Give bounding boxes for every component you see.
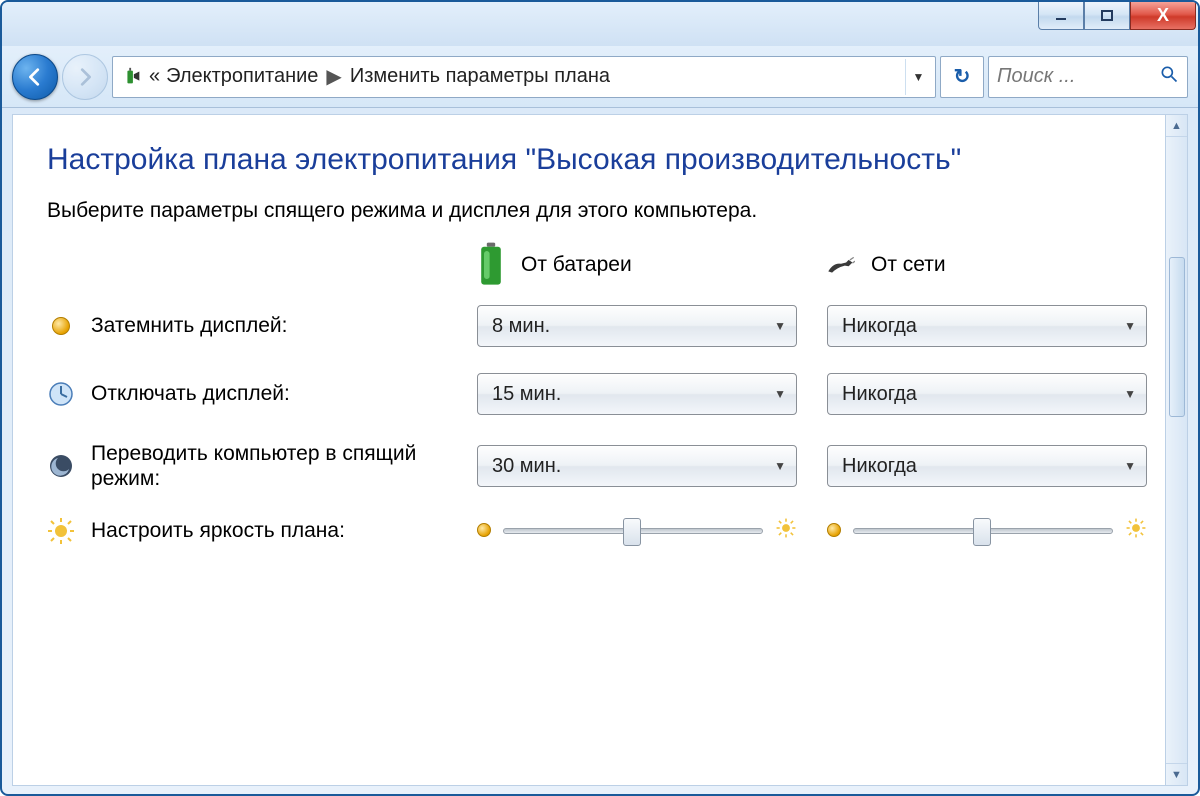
display-plugged-select[interactable]: Никогда ▼ <box>827 373 1147 415</box>
row-display-text: Отключать дисплей: <box>91 382 290 406</box>
column-header-plugged-label: От сети <box>871 253 946 277</box>
sleep-icon <box>47 452 75 480</box>
battery-icon <box>477 251 505 279</box>
slider-track[interactable] <box>853 528 1113 534</box>
row-sleep-text: Переводить компьютер в спящий режим: <box>91 441 421 491</box>
sleep-battery-select[interactable]: 30 мин. ▼ <box>477 445 797 487</box>
display-plugged-value: Никогда <box>842 383 917 406</box>
row-display-label: Отключать дисплей: <box>47 380 457 408</box>
page-subtitle: Выберите параметры спящего режима и дисп… <box>47 199 1135 223</box>
search-box[interactable]: Поиск ... <box>988 56 1188 98</box>
minimize-button[interactable] <box>1038 2 1084 30</box>
search-placeholder: Поиск ... <box>997 65 1075 88</box>
plug-icon <box>827 251 855 279</box>
refresh-button[interactable]: ↻ <box>940 56 984 98</box>
sleep-plugged-value: Никогда <box>842 455 917 478</box>
brightness-plugged-slider[interactable] <box>827 517 1147 545</box>
column-header-battery: От батареи <box>477 251 807 279</box>
column-header-plugged: От сети <box>827 251 1157 279</box>
refresh-icon: ↻ <box>954 64 971 89</box>
content: Настройка плана электропитания "Высокая … <box>13 115 1165 785</box>
sleep-plugged-select[interactable]: Никогда ▼ <box>827 445 1147 487</box>
row-dim-text: Затемнить дисплей: <box>91 314 287 338</box>
sleep-battery-value: 30 мин. <box>492 455 561 478</box>
display-battery-select[interactable]: 15 мин. ▼ <box>477 373 797 415</box>
scroll-thumb[interactable] <box>1169 257 1185 417</box>
chevron-down-icon: ▼ <box>774 319 786 333</box>
breadcrumb-item-2[interactable]: Изменить параметры плана <box>350 65 610 88</box>
row-dim-label: Затемнить дисплей: <box>47 312 457 340</box>
dim-battery-select[interactable]: 8 мин. ▼ <box>477 305 797 347</box>
display-off-icon <box>47 380 75 408</box>
dim-plugged-select[interactable]: Никогда ▼ <box>827 305 1147 347</box>
content-area: Настройка плана электропитания "Высокая … <box>12 114 1188 786</box>
brightness-min-icon <box>477 521 491 542</box>
power-icon <box>121 66 143 88</box>
slider-track[interactable] <box>503 528 763 534</box>
chevron-down-icon: ▼ <box>774 459 786 473</box>
page-title: Настройка плана электропитания "Высокая … <box>47 143 1135 177</box>
brightness-icon <box>47 517 75 545</box>
slider-thumb[interactable] <box>973 518 991 546</box>
brightness-max-icon <box>1125 517 1147 545</box>
titlebar: X <box>2 2 1198 46</box>
breadcrumb-back: « <box>149 65 160 88</box>
chevron-down-icon: ▼ <box>774 387 786 401</box>
address-bar[interactable]: « Электропитание ▶ Изменить параметры пл… <box>112 56 936 98</box>
vertical-scrollbar[interactable]: ▲ ▼ <box>1165 115 1187 785</box>
window: X « Электропитание ▶ Изменить параметры … <box>0 0 1200 796</box>
scroll-down-button[interactable]: ▼ <box>1166 763 1187 785</box>
search-icon <box>1159 64 1179 90</box>
dim-battery-value: 8 мин. <box>492 315 550 338</box>
chevron-down-icon: ▼ <box>1124 459 1136 473</box>
chevron-down-icon: ▼ <box>1124 319 1136 333</box>
back-button[interactable] <box>12 54 58 100</box>
address-dropdown[interactable]: ▼ <box>905 59 931 95</box>
row-sleep-label: Переводить компьютер в спящий режим: <box>47 441 457 491</box>
row-brightness-label: Настроить яркость плана: <box>47 517 457 545</box>
breadcrumb-separator: ▶ <box>326 64 341 89</box>
display-battery-value: 15 мин. <box>492 383 561 406</box>
settings-grid: От батареи От сети Затемнить д <box>47 251 1135 545</box>
row-brightness-text: Настроить яркость плана: <box>91 519 345 543</box>
forward-button <box>62 54 108 100</box>
maximize-button[interactable] <box>1084 2 1130 30</box>
slider-thumb[interactable] <box>623 518 641 546</box>
brightness-max-icon <box>775 517 797 545</box>
brightness-battery-slider[interactable] <box>477 517 797 545</box>
breadcrumb-item-1[interactable]: Электропитание <box>166 65 318 88</box>
column-header-battery-label: От батареи <box>521 253 632 277</box>
brightness-min-icon <box>827 521 841 542</box>
window-controls: X <box>1038 2 1196 30</box>
navbar: « Электропитание ▶ Изменить параметры пл… <box>2 46 1198 108</box>
close-button[interactable]: X <box>1130 2 1196 30</box>
dim-icon <box>47 312 75 340</box>
chevron-down-icon: ▼ <box>1124 387 1136 401</box>
dim-plugged-value: Никогда <box>842 315 917 338</box>
scroll-up-button[interactable]: ▲ <box>1166 115 1187 137</box>
